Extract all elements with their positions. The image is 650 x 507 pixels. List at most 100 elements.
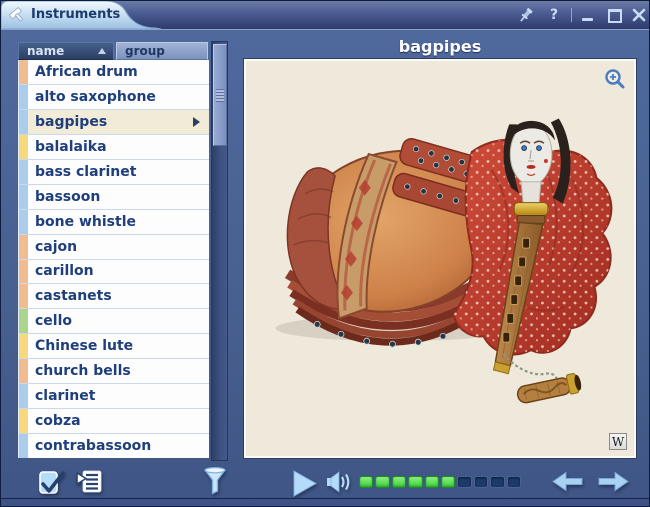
group-color-chip (19, 434, 28, 458)
volume-segment[interactable] (457, 476, 471, 488)
instrument-label: alto saxophone (35, 89, 156, 105)
group-color-chip (19, 334, 28, 358)
column-header-group[interactable]: group (116, 42, 208, 60)
column-header-group-label: group (125, 44, 165, 58)
instrument-row[interactable]: alto saxophone (19, 85, 209, 110)
zoom-in-icon[interactable] (604, 68, 626, 90)
instrument-row[interactable]: church bells (19, 359, 209, 384)
volume-segment[interactable] (359, 476, 373, 488)
detail-title: bagpipes (244, 37, 636, 56)
close-button[interactable] (630, 6, 648, 24)
column-header-name[interactable]: name (18, 42, 114, 60)
speaker-icon (326, 470, 352, 494)
scrollbar-grip-icon (216, 89, 224, 102)
go-to-list-button[interactable] (76, 469, 103, 498)
instrument-label: cobza (35, 413, 81, 429)
group-color-chip (19, 185, 28, 209)
volume-segment[interactable] (375, 476, 389, 488)
instrument-row[interactable]: bass clarinet (19, 160, 209, 185)
checklist-button[interactable] (37, 468, 65, 501)
group-color-chip (19, 284, 28, 308)
instrument-row[interactable]: bassoon (19, 185, 209, 210)
instrument-label: carillon (35, 263, 94, 279)
volume-segment[interactable] (425, 476, 439, 488)
instrument-label: bone whistle (35, 214, 136, 230)
instrument-label: clarinet (35, 388, 95, 404)
titlebar: Instruments ? (1, 1, 649, 30)
instrument-label: Chinese lute (35, 338, 133, 354)
group-color-chip (19, 110, 28, 134)
instrument-label: African drum (35, 64, 138, 80)
selected-row-arrow-icon (193, 117, 200, 127)
window-title: Instruments (31, 7, 120, 22)
bagpipes-illustration (246, 61, 634, 456)
volume-segment[interactable] (392, 476, 406, 488)
group-color-chip (19, 260, 28, 284)
checklist-icon (37, 468, 65, 497)
instrument-row[interactable]: clarinet (19, 384, 209, 409)
instrument-row[interactable]: cobza (19, 409, 209, 434)
filter-button[interactable] (203, 467, 227, 499)
instrument-row[interactable]: cajon (19, 235, 209, 260)
instrument-label: balalaika (35, 139, 107, 155)
window-bottom-edge (1, 498, 649, 507)
instrument-row[interactable]: contrabassoon (19, 434, 209, 458)
instrument-label: church bells (35, 363, 131, 379)
scrollbar-thumb[interactable] (213, 44, 227, 146)
pushpin-icon (517, 6, 535, 24)
group-color-chip (19, 309, 28, 333)
minimize-button[interactable] (579, 6, 597, 24)
go-to-list-icon (76, 469, 103, 494)
column-header-name-label: name (27, 44, 64, 58)
instrument-row[interactable]: cello (19, 309, 209, 334)
volume-segment[interactable] (507, 476, 521, 488)
help-button[interactable]: ? (545, 6, 563, 24)
instrument-label: contrabassoon (35, 438, 151, 454)
play-button[interactable] (293, 470, 317, 501)
close-icon (632, 8, 646, 22)
volume-segment[interactable] (408, 476, 422, 488)
image-panel: W (244, 59, 636, 458)
group-color-chip (19, 60, 28, 84)
play-icon (293, 470, 317, 497)
instrument-row[interactable]: balalaika (19, 135, 209, 160)
instruments-window: Instruments ? name group (0, 0, 650, 507)
volume-segment[interactable] (490, 476, 504, 488)
wikipedia-button[interactable]: W (609, 433, 627, 450)
instrument-row[interactable]: Chinese lute (19, 334, 209, 359)
volume-segment[interactable] (441, 476, 455, 488)
list-scrollbar[interactable] (211, 41, 228, 461)
filter-icon (203, 467, 227, 495)
previous-button[interactable] (552, 471, 583, 496)
group-color-chip (19, 160, 28, 184)
pin-button[interactable] (517, 6, 535, 24)
maximize-icon (608, 9, 622, 23)
group-color-chip (19, 384, 28, 408)
instrument-label: cajon (35, 239, 77, 255)
instrument-row[interactable]: castanets (19, 284, 209, 309)
group-color-chip (19, 409, 28, 433)
instrument-row[interactable]: bone whistle (19, 210, 209, 235)
group-color-chip (19, 235, 28, 259)
volume-segment[interactable] (474, 476, 488, 488)
sort-ascending-icon (98, 48, 106, 54)
next-arrow-icon (598, 471, 629, 492)
instrument-row[interactable]: carillon (19, 260, 209, 285)
group-color-chip (19, 210, 28, 234)
instrument-label: cello (35, 313, 72, 329)
maximize-button[interactable] (605, 6, 623, 24)
instrument-row[interactable]: bagpipes (19, 110, 209, 135)
titlebar-separator (571, 8, 572, 22)
tuning-fork-icon (8, 6, 26, 24)
instrument-label: castanets (35, 288, 112, 304)
instrument-label: bass clarinet (35, 164, 136, 180)
next-button[interactable] (598, 471, 629, 496)
instrument-label: bassoon (35, 189, 100, 205)
volume-icon[interactable] (326, 470, 352, 498)
minimize-icon (582, 18, 593, 21)
instrument-label: bagpipes (35, 114, 107, 130)
volume-meter[interactable] (359, 476, 521, 488)
group-color-chip (19, 359, 28, 383)
instrument-row[interactable]: African drum (19, 60, 209, 85)
group-color-chip (19, 85, 28, 109)
